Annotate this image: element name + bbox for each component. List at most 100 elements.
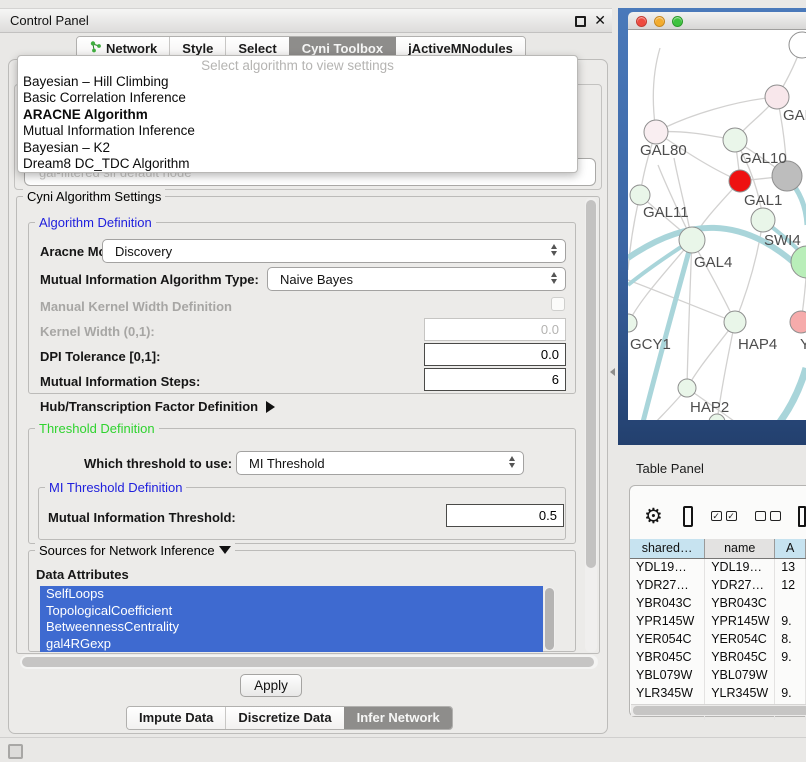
table-row[interactable]: YDL19…YDL19…13: [630, 558, 806, 576]
table-cell[interactable]: 9.: [775, 684, 806, 702]
table-cell[interactable]: YLR345W: [630, 684, 705, 702]
algorithm-option[interactable]: Dream8 DC_TDC Algorithm: [18, 156, 577, 172]
table-cell[interactable]: [775, 666, 806, 684]
node-gal4[interactable]: [679, 227, 705, 253]
table-cell[interactable]: 9.: [775, 648, 806, 666]
tab-discretize-data[interactable]: Discretize Data: [225, 707, 343, 729]
node-gal80[interactable]: [644, 120, 668, 144]
node-hap4[interactable]: [724, 311, 746, 333]
network-edge-highlighted[interactable]: [753, 368, 806, 420]
column-header[interactable]: A: [775, 539, 806, 558]
node-red[interactable]: [729, 170, 751, 192]
manual-kernel-checkbox[interactable]: [551, 297, 565, 311]
table-cell[interactable]: YBL079W: [630, 666, 705, 684]
zoom-traffic-light-icon[interactable]: [672, 16, 683, 27]
table-cell[interactable]: YDL19…: [705, 558, 775, 576]
minimized-panel-icon[interactable]: [8, 744, 23, 759]
mi-threshold-field[interactable]: [446, 504, 564, 527]
table-cell[interactable]: YER054C: [705, 630, 775, 648]
select-all-icon[interactable]: ✓✓: [711, 511, 737, 521]
table-cell[interactable]: YLR345W: [705, 684, 775, 702]
table-cell[interactable]: YPR145W: [630, 612, 705, 630]
panel-splitter-arrow[interactable]: [610, 368, 615, 376]
tab-label: Network: [106, 41, 157, 56]
tab-label: Discretize Data: [238, 710, 331, 725]
node-gal11[interactable]: [630, 185, 650, 205]
algorithm-option[interactable]: Basic Correlation Inference: [18, 90, 577, 106]
float-icon[interactable]: [575, 16, 586, 27]
node-top-partial[interactable]: [789, 32, 806, 58]
network-edge[interactable]: [692, 240, 735, 322]
table-cell[interactable]: YDL19…: [630, 558, 705, 576]
table-cell[interactable]: YBR043C: [705, 594, 775, 612]
node-gal1[interactable]: [751, 208, 775, 232]
which-threshold-combobox[interactable]: MI Threshold: [236, 451, 524, 475]
node-pink-top[interactable]: [765, 85, 789, 109]
table-row[interactable]: YBL079WYBL079W: [630, 666, 806, 684]
table-row[interactable]: YPR145WYPR145W9.: [630, 612, 806, 630]
table-cell[interactable]: YBR045C: [630, 648, 705, 666]
node-gal10[interactable]: [723, 128, 747, 152]
table-cell[interactable]: YBL079W: [705, 666, 775, 684]
table-cell[interactable]: YPR145W: [705, 612, 775, 630]
network-edge[interactable]: [628, 388, 687, 420]
node-gcy1[interactable]: [628, 314, 637, 332]
gear-icon[interactable]: ⚙: [644, 506, 663, 527]
attribute-list-item[interactable]: gal4RGexp: [40, 636, 543, 653]
table-panel-title: Table Panel: [636, 461, 704, 476]
table-cell[interactable]: YER054C: [630, 630, 705, 648]
split-view-icon[interactable]: [683, 506, 693, 527]
algorithm-option[interactable]: Bayesian – K2: [18, 140, 577, 156]
close-icon[interactable]: ✕: [594, 12, 606, 29]
algorithm-option[interactable]: Bayesian – Hill Climbing: [18, 74, 577, 90]
mi-steps-field[interactable]: [424, 368, 566, 391]
dpi-tolerance-field[interactable]: [424, 343, 566, 366]
network-edge[interactable]: [653, 48, 660, 132]
node-hap2[interactable]: [678, 379, 696, 397]
network-edge[interactable]: [656, 97, 777, 132]
network-window-titlebar: [628, 12, 806, 30]
apply-button[interactable]: Apply: [240, 674, 302, 697]
table-cell[interactable]: 8.: [775, 630, 806, 648]
aracne-mode-combobox[interactable]: Discovery: [102, 239, 566, 263]
table-row[interactable]: YER054CYER054C8.: [630, 630, 806, 648]
tab-impute-data[interactable]: Impute Data: [127, 707, 225, 729]
kernel-width-field[interactable]: [424, 318, 566, 341]
minimize-traffic-light-icon[interactable]: [654, 16, 665, 27]
document-icon[interactable]: [798, 506, 806, 527]
close-traffic-light-icon[interactable]: [636, 16, 647, 27]
table-cell[interactable]: [775, 594, 806, 612]
table-row[interactable]: YLR345WYLR345W9.: [630, 684, 806, 702]
sources-legend[interactable]: Sources for Network Inference: [35, 543, 235, 558]
table-cell[interactable]: YBR043C: [630, 594, 705, 612]
table-cell[interactable]: YDR27…: [630, 576, 705, 594]
table-cell[interactable]: YDR27…: [705, 576, 775, 594]
attribute-list-item[interactable]: BetweennessCentrality: [40, 619, 543, 636]
attribute-list-item[interactable]: SelfLoops: [40, 586, 543, 603]
column-header[interactable]: name: [705, 539, 775, 558]
table-cell[interactable]: 13: [775, 558, 806, 576]
algorithm-option[interactable]: ARACNE Algorithm: [18, 107, 577, 123]
table-cell[interactable]: 9.: [775, 612, 806, 630]
table-cell[interactable]: YBR045C: [705, 648, 775, 666]
settings-scrollbar-thumb[interactable]: [586, 200, 596, 568]
table-row[interactable]: YDR27…YDR27…12: [630, 576, 806, 594]
column-header[interactable]: shared…: [630, 539, 705, 558]
data-attributes-list[interactable]: SelfLoopsTopologicalCoefficientBetweenne…: [40, 586, 556, 652]
attributes-scrollbar-thumb[interactable]: [545, 588, 554, 650]
node-table[interactable]: shared…nameAYDL19…YDL19…13YDR27…YDR27…12…: [630, 539, 806, 720]
network-canvas[interactable]: GALGAL80GAL10GAL1GAL11SWI4GAL4GCY1HAP4YH…: [628, 30, 806, 420]
algorithm-option[interactable]: Mutual Information Inference: [18, 123, 577, 139]
settings-hscrollbar-thumb[interactable]: [22, 657, 594, 667]
attribute-list-item[interactable]: TopologicalCoefficient: [40, 603, 543, 620]
table-hscrollbar-thumb[interactable]: [633, 706, 806, 715]
hub-definition-toggle[interactable]: Hub/Transcription Factor Definition: [40, 399, 275, 414]
deselect-all-icon[interactable]: [755, 511, 781, 521]
node-salmon[interactable]: [790, 311, 806, 333]
mi-type-combobox[interactable]: Naive Bayes: [267, 267, 566, 291]
tab-infer-network[interactable]: Infer Network: [344, 707, 452, 729]
node-swi4-big[interactable]: [791, 246, 806, 278]
table-row[interactable]: YBR043CYBR043C: [630, 594, 806, 612]
table-row[interactable]: YBR045CYBR045C9.: [630, 648, 806, 666]
table-cell[interactable]: 12: [775, 576, 806, 594]
